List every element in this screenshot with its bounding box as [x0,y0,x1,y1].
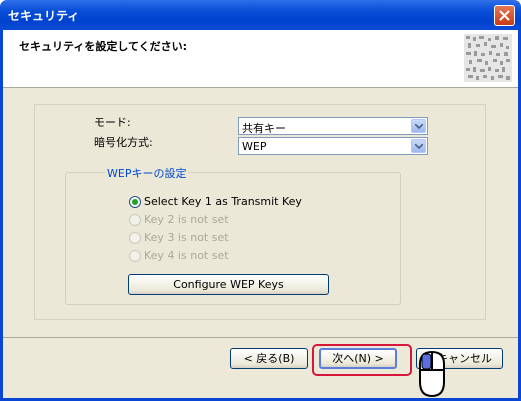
key4-radio[interactable] [129,250,141,262]
dropdown-arrow-icon [415,124,423,129]
back-button[interactable]: < 戻る(B) [230,348,308,369]
radio-selected-dot [132,199,138,205]
key2-radio[interactable] [129,214,141,226]
key3-radio[interactable] [129,232,141,244]
key4-label: Key 4 is not set [144,249,229,262]
mode-select[interactable]: 共有キー [238,117,428,135]
encryption-label: 暗号化方式: [94,136,153,149]
encryption-value: WEP [242,140,267,153]
key1-label: Select Key 1 as Transmit Key [144,195,302,208]
title-bar[interactable]: セキュリティ [0,0,521,30]
qr-code-icon [464,34,512,82]
client-area: セキュリティを設定してください: モード: 共有キー 暗号化方式: WEP WE… [3,30,518,398]
key3-label: Key 3 is not set [144,231,229,244]
next-button-highlight [312,344,412,376]
close-button[interactable] [494,5,515,26]
mouse-pointer-icon [419,350,445,398]
mode-label: モード: [94,116,131,129]
configure-wep-keys-button[interactable]: Configure WEP Keys [128,274,329,295]
encryption-select[interactable]: WEP [238,137,428,155]
close-icon [499,10,510,21]
dropdown-arrow-icon [415,144,423,149]
chevron-down-icon[interactable] [411,119,426,133]
dialog-window: セキュリティ セキュリティを設定してください: モード: 共有キー 暗号化方式:… [0,0,521,401]
key2-label: Key 2 is not set [144,213,229,226]
header-title: セキュリティを設定してください: [19,40,188,53]
footer-separator [3,337,518,338]
window-title: セキュリティ [8,9,80,23]
wizard-header: セキュリティを設定してください: [3,30,518,88]
window-frame: セキュリティを設定してください: モード: 共有キー 暗号化方式: WEP WE… [0,30,521,401]
mode-value: 共有キー [242,122,286,135]
wep-group-title: WEPキーの設定 [105,165,189,181]
key1-radio[interactable] [129,196,141,208]
chevron-down-icon[interactable] [411,139,426,153]
